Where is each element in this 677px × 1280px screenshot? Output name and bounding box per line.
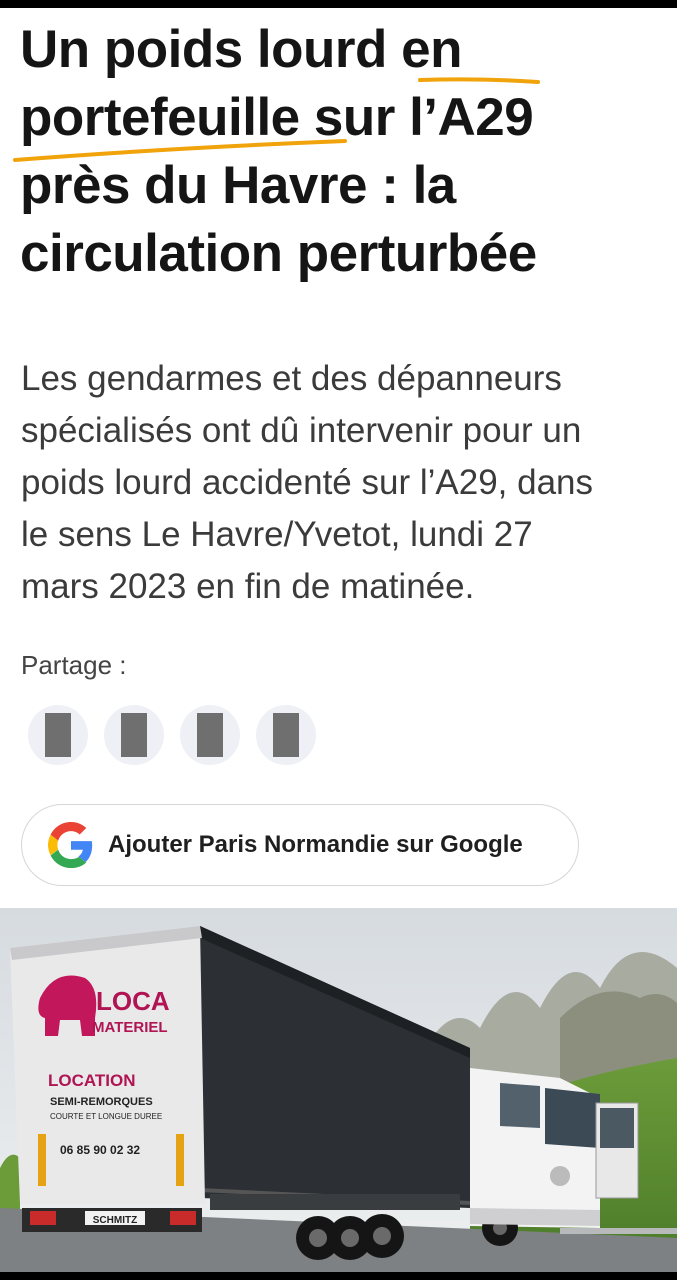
headline-line-1: Un poids lourd en xyxy=(20,20,462,79)
add-to-google-button[interactable]: Ajouter Paris Normandie sur Google xyxy=(21,804,579,886)
trailer-service-sub: SEMI-REMORQUES xyxy=(50,1096,153,1108)
article-photo: SCHMITZ LOCA MATERIEL LOCATION SEMI-REMO… xyxy=(0,908,677,1272)
redacted-icon xyxy=(197,713,223,757)
headline-line-2: portefeuille sur l’A29 xyxy=(20,88,534,147)
share-button-4[interactable] xyxy=(256,705,316,765)
trailer-maker-text: SCHMITZ xyxy=(93,1215,137,1226)
share-label: Partage : xyxy=(21,650,127,680)
trailer-brand-line2: MATERIEL xyxy=(92,1019,168,1036)
redacted-icon xyxy=(121,713,147,757)
article-headline: Un poids lourd en portefeuille sur l’A29… xyxy=(20,16,660,288)
article-lede: Les gendarmes et des dépanneurs spéciali… xyxy=(21,353,661,613)
article-page: Un poids lourd en portefeuille sur l’A29… xyxy=(0,8,677,1272)
lede-line-4: le sens Le Havre/Yvetot, lundi 27 xyxy=(21,515,533,554)
trailer-brand-line1: LOCA xyxy=(96,986,170,1016)
add-to-google-label: Ajouter Paris Normandie sur Google xyxy=(108,831,523,858)
lede-line-3: poids lourd accidenté sur l’A29, dans xyxy=(21,463,594,502)
lede-line-5: mars 2023 en fin de matinée. xyxy=(21,567,475,606)
trailer-service: LOCATION xyxy=(48,1071,136,1090)
trailer-service-sub2: COURTE ET LONGUE DUREE xyxy=(50,1112,162,1121)
share-button-3[interactable] xyxy=(180,705,240,765)
share-button-1[interactable] xyxy=(28,705,88,765)
truck-accident-photo: SCHMITZ LOCA MATERIEL LOCATION SEMI-REMO… xyxy=(0,908,677,1272)
google-g-icon xyxy=(48,822,93,868)
redacted-icon xyxy=(273,713,299,757)
headline-line-4: circulation perturbée xyxy=(20,224,537,283)
share-button-2[interactable] xyxy=(104,705,164,765)
share-buttons xyxy=(28,705,316,765)
redacted-icon xyxy=(45,713,71,757)
lede-line-1: Les gendarmes et des dépanneurs xyxy=(21,359,562,398)
headline-line-3: près du Havre : la xyxy=(20,156,456,215)
lede-line-2: spécialisés ont dû intervenir pour un xyxy=(21,411,582,450)
trailer-phone: 06 85 90 02 32 xyxy=(60,1143,140,1157)
